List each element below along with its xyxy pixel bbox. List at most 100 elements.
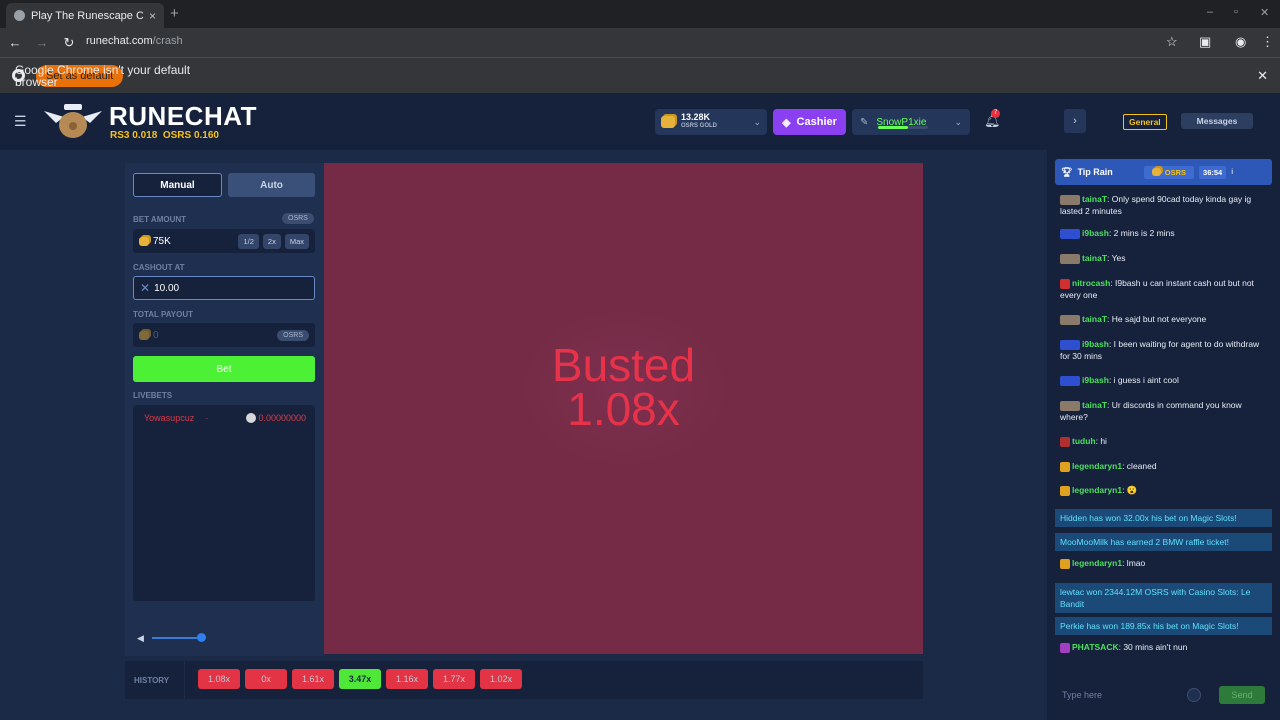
bet-currency-badge[interactable]: OSRS [282, 213, 314, 224]
avatar[interactable] [1060, 485, 1070, 496]
bet-amount-input[interactable]: 75K 1/2 2x Max [133, 229, 315, 253]
new-tab-button[interactable]: + [170, 5, 179, 22]
chat-text: : cleaned [1122, 461, 1157, 471]
avatar[interactable] [1060, 339, 1080, 350]
bet-mode-tabs: Manual Auto [133, 173, 315, 197]
chat-text: : He sajd but not everyone [1107, 314, 1207, 324]
volume-knob[interactable] [196, 633, 206, 642]
user-menu[interactable]: ✎ SnowP1xie ⌄ [852, 109, 970, 135]
history-chip[interactable]: 0x [245, 669, 287, 689]
infobar-close-icon[interactable]: ✕ [1257, 68, 1268, 84]
avatar[interactable] [1060, 253, 1080, 264]
chat-username[interactable]: PHATSACK [1072, 642, 1119, 652]
collapse-chat-icon[interactable]: › [1064, 109, 1086, 133]
cashier-button[interactable]: ◈ Cashier [773, 109, 846, 135]
reload-icon[interactable]: ↻ [57, 35, 81, 51]
tab-close-icon[interactable]: × [149, 9, 156, 23]
history-divider [184, 661, 185, 699]
pencil-icon: ✎ [860, 116, 869, 128]
chat-message: nitrocash: I9bash u can instant cash out… [1055, 277, 1272, 301]
level-progress-bar [878, 126, 928, 129]
minimize-button[interactable]: – [1207, 6, 1213, 18]
balance-currency: OSRS GOLD [681, 123, 718, 129]
avatar[interactable] [1060, 314, 1080, 325]
chat-header: › General Messages [1047, 93, 1280, 150]
address-bar[interactable]: runechat.com/crash [86, 35, 183, 47]
bet-amount-label: BET AMOUNT [133, 215, 187, 224]
avatar[interactable] [1060, 642, 1070, 653]
crash-multiplier: 1.08x [567, 383, 680, 435]
profile-icon[interactable]: ◉ [1235, 34, 1246, 50]
cashout-value: 10.00 [154, 282, 180, 294]
emoji-icon[interactable] [1187, 688, 1201, 702]
bookmark-star-icon[interactable]: ☆ [1166, 34, 1178, 50]
chat-username[interactable]: legendaryn1 [1072, 558, 1122, 568]
chat-username[interactable]: i9bash [1082, 228, 1109, 238]
menu-kebab-icon[interactable]: ⋮ [1261, 34, 1274, 50]
bet-panel: Manual Auto BET AMOUNT OSRS 75K 1/2 2x M… [125, 163, 324, 656]
info-icon[interactable]: i [1231, 169, 1233, 176]
history-chip[interactable]: 1.02x [480, 669, 522, 689]
chat-username[interactable]: i9bash [1082, 375, 1109, 385]
history-chip[interactable]: 3.47x [339, 669, 381, 689]
chat-username[interactable]: tainaT [1082, 253, 1107, 263]
avatar[interactable] [1060, 436, 1070, 447]
history-chip[interactable]: 1.61x [292, 669, 334, 689]
speaker-icon[interactable]: ◀ [137, 633, 144, 644]
cashout-input[interactable]: ✕ 10.00 [133, 276, 315, 300]
half-bet-button[interactable]: 1/2 [238, 233, 259, 249]
avatar[interactable] [1060, 278, 1070, 289]
avatar[interactable] [1060, 461, 1070, 472]
browser-tab[interactable]: Play The Runescape Cra × [6, 3, 164, 28]
volume-slider[interactable] [151, 633, 206, 642]
tip-rain-currency-label: OSRS [1164, 167, 1187, 177]
window-close-button[interactable]: ✕ [1260, 6, 1269, 19]
tab-title: Play The Runescape Cra [31, 9, 143, 22]
chat-username[interactable]: tuduh [1072, 436, 1096, 446]
history-chip[interactable]: 1.16x [386, 669, 428, 689]
tab-manual[interactable]: Manual [133, 173, 222, 197]
tip-rain-banner[interactable]: 🏆︎ Tip Rain OSRS 36:54 i [1055, 159, 1272, 185]
chat-username[interactable]: tainaT [1082, 400, 1107, 410]
avatar[interactable] [1060, 400, 1080, 411]
back-icon[interactable]: ← [3, 35, 27, 50]
avatar[interactable] [1060, 375, 1080, 386]
chat-username[interactable]: tainaT [1082, 314, 1107, 324]
system-message: lewtac won 2344.12M OSRS with Casino Slo… [1055, 583, 1272, 613]
chat-username[interactable]: i9bash [1082, 339, 1109, 349]
chat-username[interactable]: nitrocash [1072, 278, 1110, 288]
chat-username[interactable]: legendaryn1 [1072, 485, 1122, 495]
site-favicon-icon [14, 10, 25, 21]
coin-icon [246, 413, 257, 423]
chat-input[interactable]: Type here Send [1055, 683, 1272, 707]
default-browser-infobar: Google Chrome isn't your default browser… [0, 57, 1280, 93]
history-chip[interactable]: 1.08x [198, 669, 240, 689]
wallet-icon: ◈ [782, 116, 791, 129]
forward-icon[interactable]: → [30, 35, 54, 50]
chat-username[interactable]: tainaT [1082, 194, 1107, 204]
balance-selector[interactable]: 13.28K OSRS GOLD ⌄ [655, 109, 767, 135]
multiply-icon: ✕ [140, 281, 151, 295]
avatar[interactable] [1060, 194, 1080, 205]
maximize-button[interactable]: ▫ [1234, 6, 1238, 18]
chat-text: : 2 mins is 2 mins [1108, 228, 1175, 238]
max-bet-button[interactable]: Max [284, 233, 309, 249]
notifications-bell-icon[interactable]: 🔔︎ 7 [984, 109, 1001, 129]
balance-amount: 13.28K [681, 112, 711, 122]
send-button[interactable]: Send [1219, 686, 1265, 704]
tab-auto[interactable]: Auto [228, 173, 315, 197]
cast-icon[interactable]: ▣ [1199, 34, 1211, 50]
chat-message: i9bash: 2 mins is 2 mins [1055, 227, 1272, 239]
chevron-down-icon: ⌄ [954, 116, 962, 127]
runechat-logo-icon[interactable] [42, 101, 104, 141]
hamburger-menu-icon[interactable]: ☰ [14, 113, 27, 130]
history-chip[interactable]: 1.77x [433, 669, 475, 689]
avatar[interactable] [1060, 558, 1070, 569]
chat-username[interactable]: legendaryn1 [1072, 461, 1122, 471]
avatar[interactable] [1060, 228, 1080, 239]
tab-messages[interactable]: Messages [1181, 113, 1253, 129]
bet-button[interactable]: Bet [133, 356, 315, 382]
double-bet-button[interactable]: 2x [262, 233, 281, 249]
system-message: MooMooMilk has earned 2 BMW raffle ticke… [1055, 533, 1272, 551]
tab-general[interactable]: General [1123, 114, 1167, 130]
